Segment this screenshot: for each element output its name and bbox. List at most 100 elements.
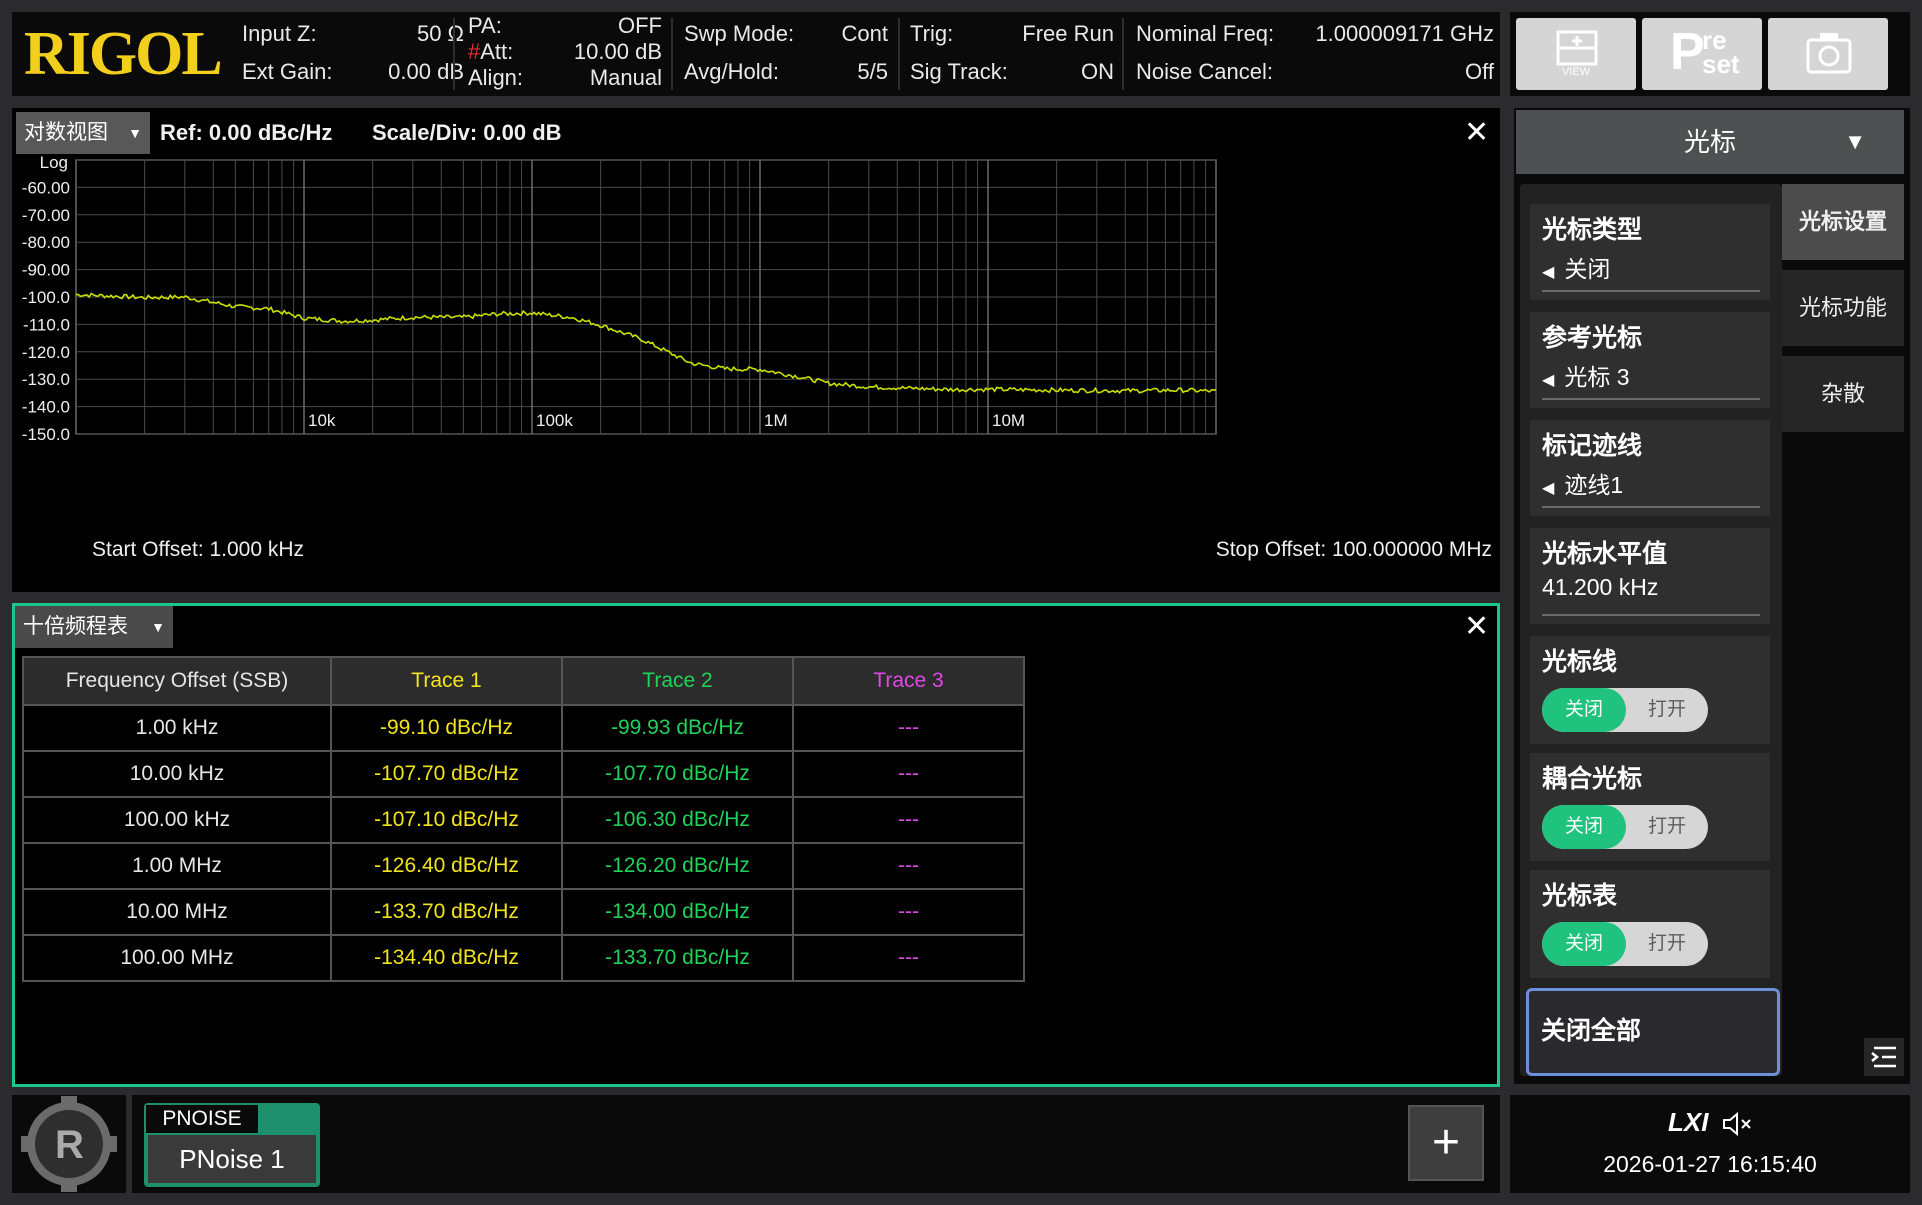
noise-cancel-label: Noise Cancel: — [1136, 59, 1273, 84]
add-mode-button[interactable]: + — [1408, 1105, 1484, 1181]
y-tick-label: -110.0 — [23, 315, 70, 334]
attenuation-settings[interactable]: PA: OFF #Att: 10.00 dB Align: Manual — [468, 12, 662, 96]
y-tick-label: -130.0 — [22, 370, 70, 389]
chevron-down-icon: ▼ — [151, 619, 165, 635]
marker-x-value: 41.200 kHz — [1542, 574, 1659, 600]
pa-value: OFF — [618, 13, 662, 38]
quick-buttons-bar: VIEW P re set — [1510, 12, 1910, 96]
x-tick-label: 10k — [308, 411, 336, 430]
cell-trace-1: -107.10 dBc/Hz — [330, 796, 563, 844]
close-icon[interactable]: ✕ — [1464, 612, 1489, 642]
ext-gain-label: Ext Gain: — [242, 59, 333, 84]
sig-track-value: ON — [1081, 59, 1114, 84]
value-underline — [1542, 398, 1760, 400]
ref-marker-item[interactable]: 参考光标 ◀ 光标 3 — [1530, 312, 1770, 408]
marker-table-on-option[interactable]: 打开 — [1626, 922, 1708, 966]
cell-trace-3: --- — [792, 796, 1025, 844]
decade-table-window[interactable]: 十倍频程表 ▼ ✕ Frequency Offset (SSB) Trace 1… — [12, 603, 1500, 1087]
table-row: 10.00 kHz -107.70 dBc/Hz -107.70 dBc/Hz --- — [22, 750, 1025, 798]
y-tick-label: -60.00 — [22, 178, 70, 197]
cell-trace-2: -99.93 dBc/Hz — [561, 704, 794, 752]
marker-trace-item[interactable]: 标记迹线 ◀ 迹线1 — [1530, 420, 1770, 516]
header-frequency-offset: Frequency Offset (SSB) — [22, 656, 332, 706]
preset-big-letter: P — [1670, 23, 1705, 81]
mode-tab-pnoise[interactable]: PNOISE PNoise 1 — [144, 1103, 320, 1187]
cell-trace-2: -106.30 dBc/Hz — [561, 796, 794, 844]
cell-trace-1: -134.40 dBc/Hz — [330, 934, 563, 982]
menu-title-label: 光标 — [1683, 127, 1736, 157]
marker-table-title: 光标表 — [1542, 882, 1618, 910]
screenshot-button[interactable] — [1768, 18, 1888, 90]
speaker-mute-icon[interactable] — [1720, 1109, 1756, 1139]
cell-trace-3: --- — [792, 934, 1025, 982]
marker-line-toggle[interactable]: 关闭 打开 — [1542, 688, 1708, 732]
align-label: Align: — [468, 65, 524, 90]
view-button[interactable]: VIEW — [1516, 18, 1636, 90]
mode-name-label: PNoise 1 — [148, 1135, 316, 1183]
trigger-settings[interactable]: Trig: Free Run Sig Track: ON — [910, 12, 1114, 96]
rigol-logo: RIGOL — [24, 20, 223, 88]
menu-title[interactable]: 光标 ▼ — [1516, 110, 1904, 174]
phase-noise-chart[interactable]: Log -60.00 -70.00 -80.00 -90.00 -100.0 -110.0 -… — [12, 148, 1500, 548]
couple-marker-toggle[interactable]: 关闭 打开 — [1542, 805, 1708, 849]
table-selector-dropdown[interactable]: 十倍频程表 ▼ — [15, 606, 173, 648]
marker-x-item[interactable]: 光标水平值 41.200 kHz — [1530, 528, 1770, 624]
cell-trace-3: --- — [792, 888, 1025, 936]
table-row: 10.00 MHz -133.70 dBc/Hz -134.00 dBc/Hz --- — [22, 888, 1025, 936]
header-trace-1: Trace 1 — [330, 656, 563, 706]
align-value: Manual — [589, 65, 662, 90]
tab-spurious[interactable]: 杂散 — [1782, 356, 1904, 432]
softkey-menu: 光标 ▼ 光标类型 ◀ 关闭 参考光标 ◀ 光标 3 标记迹线 ◀ 迹线1 光标水平值… — [1514, 108, 1910, 1084]
tab-marker-settings[interactable]: 光标设置 — [1782, 184, 1904, 260]
marker-line-off-option[interactable]: 关闭 — [1542, 688, 1626, 732]
all-off-button[interactable]: 关闭全部 — [1526, 988, 1780, 1076]
table-row: 100.00 MHz -134.40 dBc/Hz -133.70 dBc/Hz --… — [22, 934, 1025, 982]
cell-trace-3: --- — [792, 750, 1025, 798]
table-row: 100.00 kHz -107.10 dBc/Hz -106.30 dBc/Hz --… — [22, 796, 1025, 844]
frequency-settings[interactable]: Nominal Freq: 1.000009171 GHz Noise Cance… — [1136, 12, 1494, 96]
cell-offset: 100.00 MHz — [22, 934, 332, 982]
close-icon[interactable]: ✕ — [1464, 118, 1489, 148]
marker-type-title: 光标类型 — [1542, 216, 1643, 244]
status-bar-right: LXI 2026-01-27 16:15:40 — [1510, 1095, 1910, 1193]
mode-tag-label: PNOISE — [146, 1105, 258, 1133]
cell-trace-2: -134.00 dBc/Hz — [561, 888, 794, 936]
datetime-label: 2026-01-27 16:15:40 — [1603, 1151, 1817, 1177]
all-off-label: 关闭全部 — [1541, 1017, 1642, 1045]
input-settings[interactable]: Input Z: 50 Ω Ext Gain: 0.00 dB — [242, 12, 464, 96]
trace-window[interactable]: 对数视图 ▼ Ref: 0.00 dBc/Hz Scale/Div: 0.00 … — [12, 108, 1500, 592]
marker-type-item[interactable]: 光标类型 ◀ 关闭 — [1530, 204, 1770, 300]
tab-marker-functions[interactable]: 光标功能 — [1782, 270, 1904, 346]
sweep-settings[interactable]: Swp Mode: Cont Avg/Hold: 5/5 — [684, 12, 888, 96]
att-mark: # — [468, 39, 481, 64]
y-tick-label: -100.0 — [22, 288, 70, 307]
marker-table-toggle[interactable]: 关闭 打开 — [1542, 922, 1708, 966]
swp-mode-label: Swp Mode: — [684, 21, 795, 46]
system-button[interactable]: R — [12, 1095, 126, 1193]
start-offset-label[interactable]: Start Offset: 1.000 kHz — [92, 538, 304, 562]
value-underline — [1542, 614, 1760, 616]
marker-table-item[interactable]: 光标表 关闭 打开 — [1530, 870, 1770, 978]
ref-marker-value: 光标 3 — [1564, 364, 1630, 390]
avg-hold-value: 5/5 — [857, 59, 888, 84]
collapse-menu-button[interactable] — [1864, 1038, 1904, 1076]
marker-table-off-option[interactable]: 关闭 — [1542, 922, 1626, 966]
preset-button[interactable]: P re set — [1642, 18, 1762, 90]
couple-marker-off-option[interactable]: 关闭 — [1542, 805, 1626, 849]
chevron-down-icon: ▼ — [1844, 129, 1866, 154]
header-trace-3: Trace 3 — [792, 656, 1025, 706]
cell-trace-2: -133.70 dBc/Hz — [561, 934, 794, 982]
trig-value: Free Run — [1022, 21, 1114, 46]
header-divider — [671, 18, 673, 90]
couple-marker-on-option[interactable]: 打开 — [1626, 805, 1708, 849]
marker-line-on-option[interactable]: 打开 — [1626, 688, 1708, 732]
couple-marker-item[interactable]: 耦合光标 关闭 打开 — [1530, 753, 1770, 861]
caret-left-icon: ◀ — [1542, 480, 1555, 497]
cell-offset: 10.00 kHz — [22, 750, 332, 798]
stop-offset-label[interactable]: Stop Offset: 100.000000 MHz — [1216, 538, 1492, 562]
cell-offset: 100.00 kHz — [22, 796, 332, 844]
caret-left-icon: ◀ — [1542, 372, 1555, 389]
table-header-row: Frequency Offset (SSB) Trace 1 Trace 2 T… — [22, 656, 1025, 706]
noise-cancel-value: Off — [1465, 59, 1494, 84]
marker-line-item[interactable]: 光标线 关闭 打开 — [1530, 636, 1770, 744]
